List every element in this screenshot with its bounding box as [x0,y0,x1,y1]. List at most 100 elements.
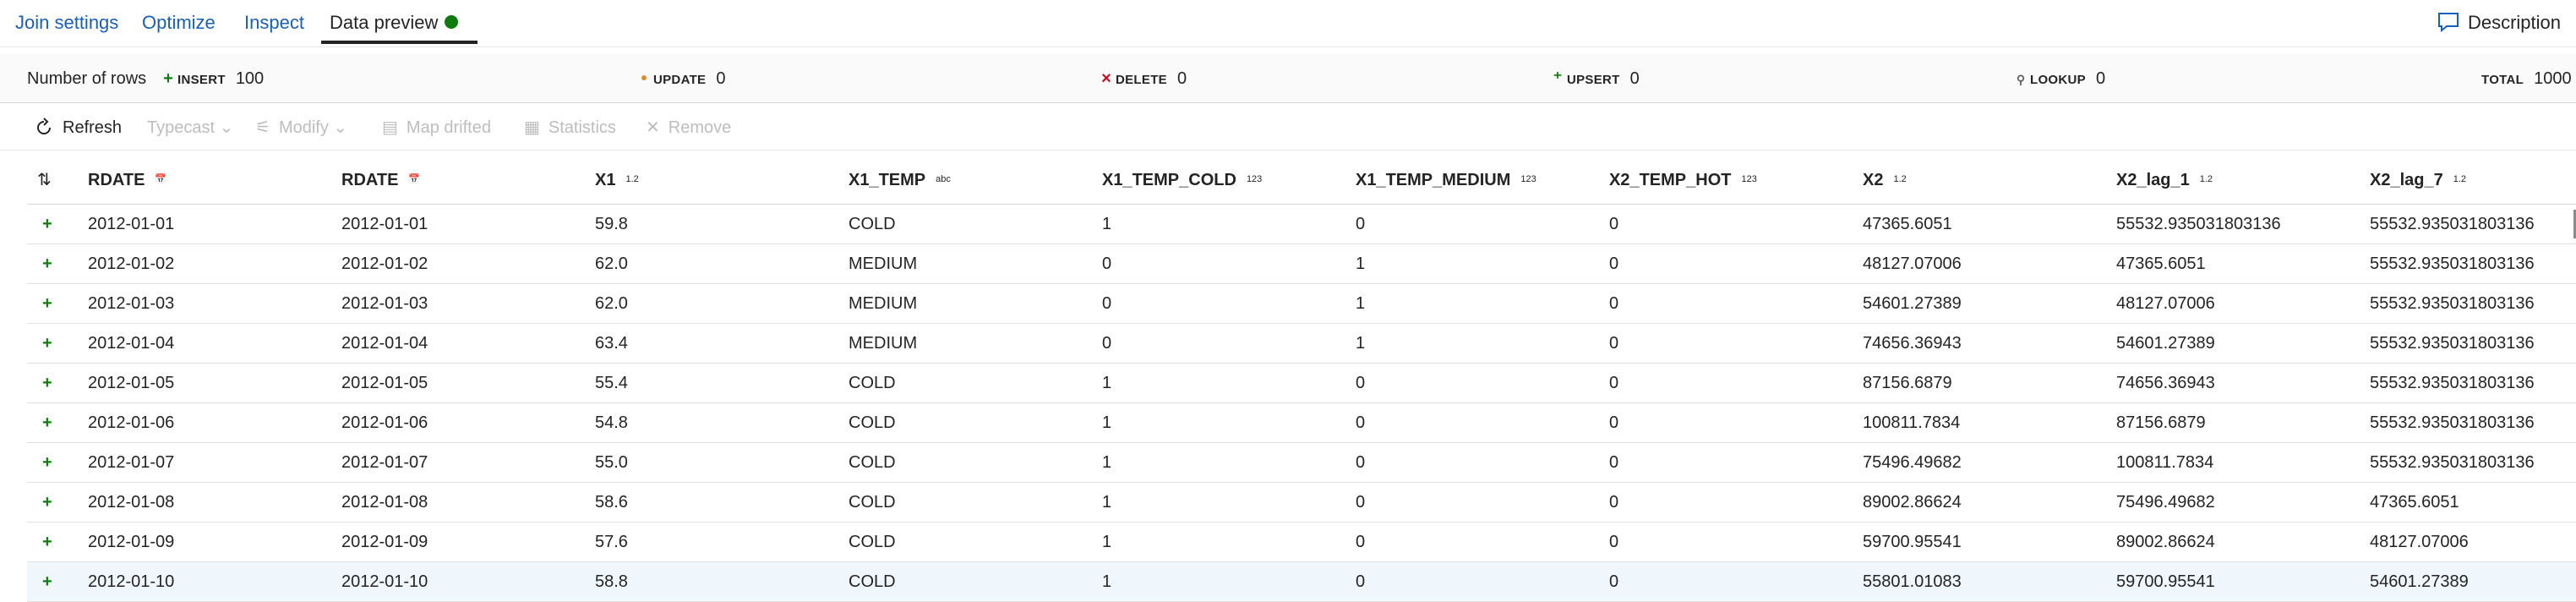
table-row[interactable]: +2012-01-09 2012-01-09 57.6 COLD 1 0 0 59700.95… [27,523,2576,562]
calendar-icon: 📅 [408,174,421,184]
lookup-value: 0 [2095,69,2106,88]
table-cell: 0 [1102,294,1112,313]
table-cell: 0 [1356,533,1366,551]
table-cell: 0 [1356,453,1366,472]
table-cell: 0 [1609,572,1619,591]
table-cell: 0 [1609,413,1619,432]
table-cell: MEDIUM [849,294,918,313]
map-drifted-button[interactable]: ▤ Map drifted [382,116,491,140]
table-row[interactable]: +2012-01-03 2012-01-03 62.0 MEDIUM 0 1 0 54601.… [27,284,2576,324]
table-row[interactable]: +2012-01-07 2012-01-07 55.0 COLD 1 0 0 75496.49… [27,443,2576,483]
typecast-button[interactable]: Typecast ⌄ [147,116,233,140]
table-row[interactable]: +2012-01-06 2012-01-06 54.8 COLD 1 0 0 100811.7… [27,403,2576,443]
table-row[interactable]: +2012-01-10 2012-01-10 58.8 COLD 1 0 0 55801.01… [27,562,2576,602]
table-cell: 0 [1609,374,1619,392]
table-cell: 2012-01-04 [341,334,428,353]
upsert-count: ⁺ UPSERT 0 [1552,67,1640,92]
modify-button[interactable]: ⚟ Modify ⌄ [255,116,347,140]
column-header[interactable]: X1 1.2 [595,168,639,192]
table-cell: 47365.6051 [2116,254,2206,273]
table-cell: 55532.935031803136 [2370,294,2535,313]
tab-data-preview[interactable]: Data preview [330,10,459,36]
description-button[interactable]: Description [2437,10,2561,36]
statistics-button[interactable]: ▦ Statistics [524,116,616,140]
table-cell: 2012-01-03 [88,294,175,313]
column-name: X1_TEMP [849,171,926,189]
table-cell: 2012-01-07 [341,453,428,472]
column-name: X1_TEMP_MEDIUM [1356,171,1511,189]
table-cell: 55.0 [595,453,628,472]
table-cell: 1 [1102,215,1112,233]
table-cell: MEDIUM [849,334,918,353]
table-cell: 63.4 [595,334,628,353]
column-name: X1 [595,171,616,189]
table-row[interactable]: +2012-01-02 2012-01-02 62.0 MEDIUM 0 1 0 48127.… [27,244,2576,284]
table-cell: 55532.935031803136 [2370,334,2535,353]
refresh-label: Refresh [63,118,123,137]
insert-row-icon: + [42,572,52,591]
table-cell: 59.8 [595,215,628,233]
column-header[interactable]: X1_TEMP_COLD 123 [1102,168,1262,192]
tab-optimize[interactable]: Optimize [142,10,216,36]
active-tab-indicator [321,41,478,44]
table-cell: 48127.07006 [2370,533,2469,551]
column-header[interactable]: X1_TEMP_MEDIUM 123 [1356,168,1536,192]
table-cell: 1 [1102,413,1112,432]
calendar-icon: 📅 [155,174,167,184]
table-cell: 0 [1609,533,1619,551]
tab-data-preview-label: Data preview [330,12,439,33]
table-row[interactable]: +2012-01-01 2012-01-01 59.8 COLD 1 0 0 47365.60… [27,205,2576,244]
column-header[interactable]: X2 1.2 [1863,168,1907,192]
table-cell: 0 [1609,334,1619,353]
modify-icon: ⚟ [255,118,270,137]
column-name: RDATE [341,171,399,189]
table-cell: COLD [849,493,896,512]
insert-row-icon: + [42,254,52,273]
refresh-button[interactable]: Refresh [34,116,122,140]
tab-inspect[interactable]: Inspect [244,10,304,36]
table-cell: COLD [849,533,896,551]
statistics-label: Statistics [548,118,616,137]
table-cell: 89002.86624 [1863,493,1962,512]
table-cell: 2012-01-02 [88,254,175,273]
table-cell: 74656.36943 [2116,374,2215,392]
table-cell: 74656.36943 [1863,334,1962,353]
table-cell: 2012-01-08 [88,493,175,512]
rows-summary-label: Number of rows [27,69,147,88]
table-row[interactable]: +2012-01-08 2012-01-08 58.6 COLD 1 0 0 89002.86… [27,483,2576,523]
column-header[interactable]: RDATE 📅 [88,168,166,192]
table-cell: 0 [1102,254,1112,273]
total-count: TOTAL 1000 [2481,67,2572,92]
table-cell: MEDIUM [849,254,918,273]
column-name: X1_TEMP_COLD [1102,171,1236,189]
table-cell: 1 [1356,334,1366,353]
table-cell: 0 [1609,294,1619,313]
column-header[interactable]: X1_TEMP abc [849,168,951,192]
tab-join-settings[interactable]: Join settings [15,10,118,36]
table-cell: 2012-01-02 [341,254,428,273]
upsert-value: 0 [1629,69,1640,88]
update-count: • UPDATE 0 [638,67,725,92]
update-label: UPDATE [653,73,707,87]
column-header[interactable]: X2_lag_7 1.2 [2370,168,2466,192]
column-header[interactable]: X2_lag_1 1.2 [2116,168,2213,192]
table-cell: COLD [849,572,896,591]
remove-button[interactable]: ✕ Remove [646,116,731,140]
column-header[interactable]: RDATE 📅 [341,168,420,192]
insert-value: 100 [235,69,265,88]
insert-row-icon: + [42,413,52,432]
table-cell: 1 [1356,254,1366,273]
refresh-icon [37,118,51,134]
table-cell: 1 [1102,533,1112,551]
table-cell: COLD [849,374,896,392]
table-row[interactable]: +2012-01-04 2012-01-04 63.4 MEDIUM 0 1 0 74656.… [27,324,2576,364]
sort-toggle-icon[interactable]: ⇅ [37,168,52,192]
delete-x-icon: × [1101,69,1111,88]
table-row[interactable]: +2012-01-05 2012-01-05 55.4 COLD 1 0 0 87156.68… [27,364,2576,403]
table-cell: 2012-01-06 [341,413,428,432]
table-cell: 2012-01-01 [88,215,175,233]
table-cell: 54.8 [595,413,628,432]
insert-row-icon: + [42,334,52,353]
column-header[interactable]: X2_TEMP_HOT 123 [1609,168,1757,192]
table-cell: 48127.07006 [2116,294,2215,313]
